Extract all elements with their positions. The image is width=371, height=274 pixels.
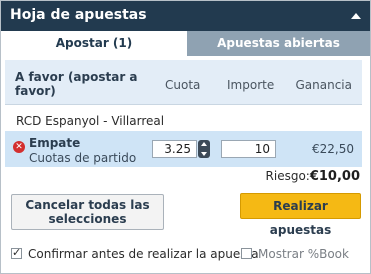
confirm-checkbox[interactable] <box>11 246 22 259</box>
show-percent-book-label: Mostrar %Book <box>258 247 349 261</box>
bet-selection: Empate <box>29 136 81 150</box>
panel-title: Hoja de apuestas <box>10 7 147 23</box>
bet-market: Cuotas de partido <box>29 151 137 165</box>
betslip-titlebar: Hoja de apuestas <box>1 1 370 31</box>
bet-profit: €22,50 <box>312 142 354 156</box>
betslip-panel: Hoja de apuestas Apostar (1) Apuestas ab… <box>0 0 371 274</box>
stepper-up-icon[interactable] <box>198 140 210 149</box>
match-name: RCD Espanyol - Villarreal <box>16 114 165 128</box>
collapse-caret-icon[interactable] <box>351 13 361 19</box>
risk-label: Riesgo: <box>265 169 310 183</box>
show-percent-book-checkbox[interactable] <box>241 248 252 259</box>
bet-row: ✕ Empate Cuotas de partido 3.25 10 €22,5… <box>5 131 362 167</box>
stepper-down-icon[interactable] <box>198 149 210 158</box>
remove-x-icon[interactable]: ✕ <box>13 141 25 153</box>
bets-table-header: A favor (apostar a favor) Cuota Importe … <box>5 60 362 105</box>
risk-summary: Riesgo:€10,00 <box>266 169 360 184</box>
tab-open-bets[interactable]: Apuestas abiertas <box>187 31 370 56</box>
column-header-odds: Cuota <box>165 78 201 92</box>
column-header-profit: Ganancia <box>295 78 352 92</box>
betslip-tabs: Apostar (1) Apuestas abiertas <box>1 31 370 56</box>
cancel-all-button[interactable]: Cancelar todas las selecciones <box>11 194 164 230</box>
column-header-stake: Importe <box>227 78 275 92</box>
odds-stepper[interactable] <box>198 140 210 158</box>
risk-value: €10,00 <box>309 169 360 184</box>
place-bets-button[interactable]: Realizar apuestas <box>240 193 361 237</box>
stake-input[interactable]: 10 <box>221 140 276 158</box>
odds-input[interactable]: 3.25 <box>152 140 197 158</box>
tab-place-bets[interactable]: Apostar (1) <box>1 31 187 56</box>
column-header-back: A favor (apostar a favor) <box>15 70 138 98</box>
betslip-options: Confirmar antes de realizar la apuesta M… <box>9 246 369 263</box>
confirm-label: Confirmar antes de realizar la apuesta <box>28 247 259 261</box>
